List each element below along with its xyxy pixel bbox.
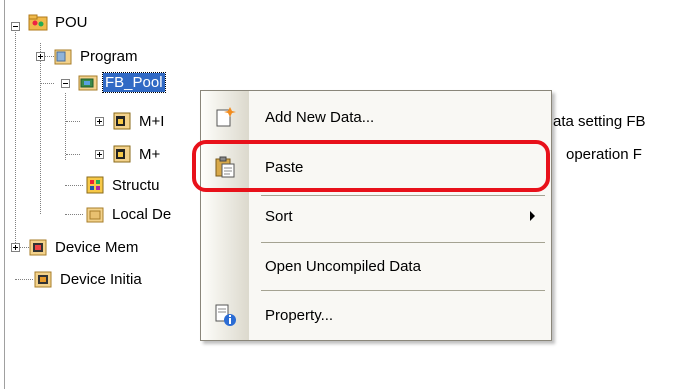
menu-item-label: Add New Data... <box>265 108 375 126</box>
tree-node-pou[interactable]: POU <box>28 11 90 33</box>
menu-item-property[interactable]: Property... <box>201 295 551 335</box>
tree-node-program[interactable]: Program <box>53 45 140 67</box>
local-data-icon <box>85 204 105 224</box>
tree-node-fb-pool[interactable]: FB_Pool <box>78 71 166 93</box>
tree-node-label: POU <box>55 13 88 31</box>
device-memory-icon <box>28 237 48 257</box>
tree-node-fb-1[interactable]: M+I <box>112 110 166 132</box>
menu-separator <box>261 242 545 243</box>
panel-left-border <box>4 0 5 389</box>
tree-node-fb-1-tail: ata setting FB <box>553 113 646 130</box>
tree-node-label: M+I <box>139 112 165 130</box>
tree-node-label: Structu <box>112 176 160 194</box>
tree-node-label-selected: FB_Pool <box>102 71 166 93</box>
tree-hline <box>66 154 80 155</box>
tree-node-structured[interactable]: Structu <box>85 174 162 196</box>
menu-item-label: Sort <box>265 207 293 225</box>
tree-node-label: Local De <box>112 205 172 223</box>
expand-toggle[interactable] <box>95 150 104 159</box>
menu-item-add-new-data[interactable]: Add New Data... <box>201 97 551 137</box>
tree-node-device-init[interactable]: Device Initia <box>33 268 144 290</box>
tree-node-label: Device Mem <box>55 238 139 256</box>
tree-node-fb-2-tail: operation F <box>566 146 642 163</box>
tree-line-pou <box>40 43 41 214</box>
function-block-icon <box>112 111 132 131</box>
add-new-data-icon <box>213 105 237 129</box>
tree-node-device-memory[interactable]: Device Mem <box>28 236 140 258</box>
tree-hline <box>66 121 80 122</box>
tree-hline <box>40 83 54 84</box>
tree-hline <box>15 279 33 280</box>
program-folder-icon <box>53 46 73 66</box>
fb-pool-folder-icon <box>78 72 98 92</box>
submenu-arrow-icon <box>530 211 535 221</box>
collapse-toggle[interactable] <box>11 22 20 31</box>
menu-item-sort[interactable]: Sort <box>201 196 551 236</box>
menu-item-label: Property... <box>265 306 334 324</box>
paste-highlight-annotation <box>192 140 550 192</box>
menu-item-open-uncompiled-data[interactable]: Open Uncompiled Data <box>201 246 551 286</box>
pou-folder-icon <box>28 12 48 32</box>
expand-toggle[interactable] <box>36 52 45 61</box>
collapse-toggle[interactable] <box>61 79 70 88</box>
structured-data-icon <box>85 175 105 195</box>
expand-toggle[interactable] <box>11 243 20 252</box>
tree-hline <box>65 214 83 215</box>
tree-line-root <box>15 27 16 249</box>
menu-separator <box>261 290 545 291</box>
function-block-icon <box>112 144 132 164</box>
tree-hline <box>65 185 83 186</box>
expand-toggle[interactable] <box>95 117 104 126</box>
tree-node-label: M+ <box>139 145 161 163</box>
tree-node-label: Program <box>80 47 138 65</box>
menu-item-label: Open Uncompiled Data <box>265 257 421 275</box>
tree-line-fbpool <box>65 93 66 160</box>
tree-node-fb-2[interactable]: M+ <box>112 143 162 165</box>
tree-node-local[interactable]: Local De <box>85 203 173 225</box>
device-init-icon <box>33 269 53 289</box>
tree-node-label: Device Initia <box>60 270 142 288</box>
context-menu: Add New Data... Paste Sort Open Uncompil… <box>200 90 552 341</box>
property-icon <box>213 303 237 327</box>
